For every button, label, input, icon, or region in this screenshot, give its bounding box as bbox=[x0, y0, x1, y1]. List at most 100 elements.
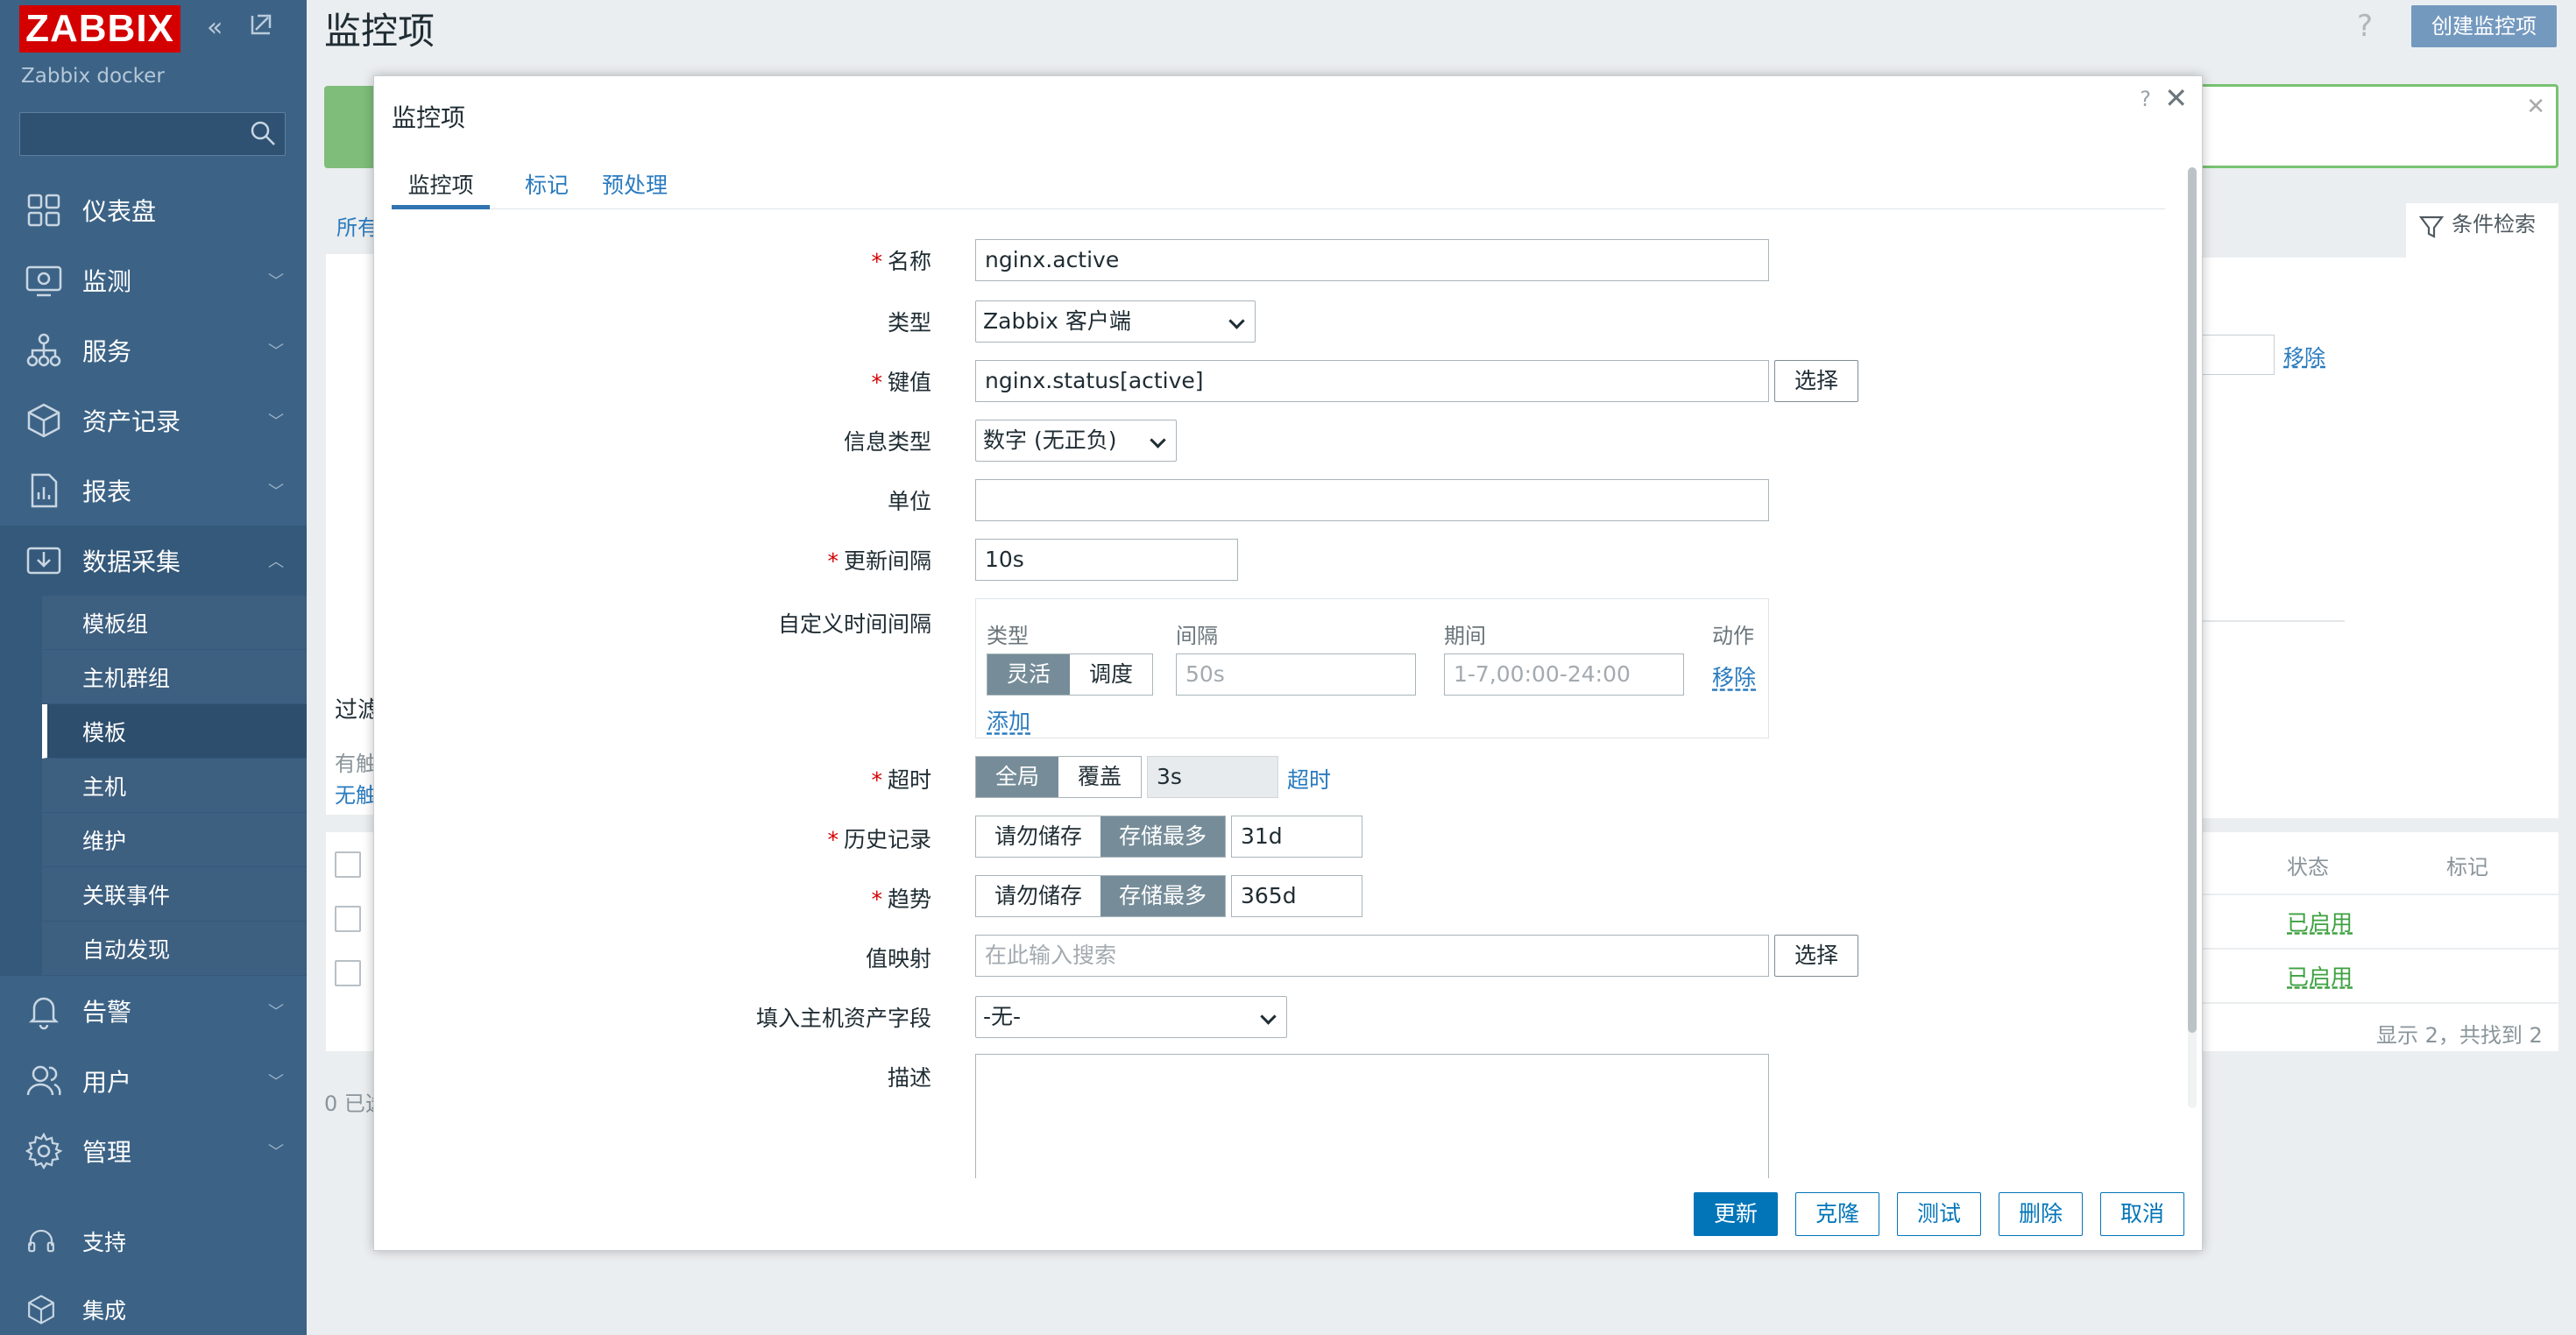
submenu-item-template-groups[interactable]: 模板组 bbox=[42, 596, 307, 650]
create-item-button[interactable]: 创建监控项 bbox=[2411, 5, 2557, 47]
valuemap-label: 值映射 bbox=[865, 946, 931, 971]
data-collection-icon bbox=[26, 547, 61, 575]
menu-alerts[interactable]: 告警 ﹀ bbox=[0, 976, 307, 1046]
update-interval-field[interactable]: 10s bbox=[975, 539, 1238, 581]
ci-scheduling-option[interactable]: 调度 bbox=[1070, 654, 1152, 695]
type-select[interactable]: Zabbix 客户端 bbox=[975, 300, 1256, 343]
timeout-global-option[interactable]: 全局 bbox=[976, 757, 1058, 797]
history-label: * 历史记录 bbox=[827, 827, 931, 852]
sidebar-search-input[interactable] bbox=[19, 112, 286, 156]
menu-label: 集成 bbox=[82, 1298, 127, 1324]
close-icon[interactable]: ✕ bbox=[2526, 94, 2545, 120]
test-button[interactable]: 测试 bbox=[1897, 1192, 1981, 1236]
type-label: 类型 bbox=[887, 310, 931, 336]
update-button[interactable]: 更新 bbox=[1694, 1192, 1778, 1236]
chevron-down-icon: ﹀ bbox=[268, 343, 284, 361]
menu-reports[interactable]: 报表 ﹀ bbox=[0, 456, 307, 526]
menu-dashboard[interactable]: 仪表盘 bbox=[0, 175, 307, 245]
row-checkbox[interactable] bbox=[335, 960, 361, 986]
menu-label: 管理 bbox=[82, 1138, 132, 1167]
info-type-select[interactable]: 数字 (无正负) bbox=[975, 420, 1177, 462]
filter-none[interactable]: 无触 bbox=[335, 778, 377, 809]
filter-tab[interactable]: 条件检索 bbox=[2406, 203, 2558, 258]
zabbix-logo[interactable]: ZABBIX bbox=[19, 5, 180, 53]
menu-users[interactable]: 用户 ﹀ bbox=[0, 1046, 307, 1116]
clone-button[interactable]: 克隆 bbox=[1795, 1192, 1879, 1236]
menu-services[interactable]: 服务 ﹀ bbox=[0, 315, 307, 385]
column-status[interactable]: 状态 bbox=[2287, 850, 2329, 880]
chevron-down-icon: ﹀ bbox=[268, 413, 284, 431]
menu-support[interactable]: 支持 bbox=[0, 1207, 307, 1275]
delete-button[interactable]: 删除 bbox=[1999, 1192, 2083, 1236]
valuemap-field[interactable]: 在此输入搜索 bbox=[975, 935, 1769, 977]
history-field[interactable]: 31d bbox=[1231, 816, 1362, 858]
kiosk-mode-icon[interactable] bbox=[249, 12, 273, 44]
menu-label: 仪表盘 bbox=[82, 197, 157, 226]
trends-label: * 趋势 bbox=[871, 886, 931, 912]
key-label: * 键值 bbox=[871, 370, 931, 395]
submenu-item-maintenance[interactable]: 维护 bbox=[42, 813, 307, 867]
ci-flexible-option[interactable]: 灵活 bbox=[987, 654, 1070, 695]
units-field[interactable] bbox=[975, 479, 1769, 521]
history-toggle: 请勿储存 存储最多 bbox=[975, 816, 1226, 858]
submenu-item-event-correlation[interactable]: 关联事件 bbox=[42, 867, 307, 922]
timeout-field: 3s bbox=[1147, 756, 1278, 798]
filter-remove-link[interactable]: 移除 bbox=[2283, 340, 2325, 371]
ci-interval-field[interactable]: 50s bbox=[1176, 653, 1416, 696]
trends-do-not-store-option[interactable]: 请勿储存 bbox=[976, 876, 1100, 916]
chevron-down-icon: ﹀ bbox=[268, 1003, 284, 1021]
chevron-down-icon: ﹀ bbox=[268, 272, 284, 291]
menu-administration[interactable]: 管理 ﹀ bbox=[0, 1116, 307, 1186]
timeout-settings-link[interactable]: 超时 bbox=[1287, 763, 1331, 795]
status-badge[interactable]: 已启用 bbox=[2287, 906, 2353, 937]
custom-intervals-label: 自定义时间间隔 bbox=[777, 611, 931, 637]
ci-column-period: 期间 bbox=[1444, 624, 1486, 648]
menu-data-collection[interactable]: 数据采集 ︿ bbox=[0, 526, 307, 596]
gear-icon bbox=[25, 1132, 63, 1170]
row-checkbox[interactable] bbox=[335, 906, 361, 932]
cancel-button[interactable]: 取消 bbox=[2100, 1192, 2184, 1236]
menu-inventory[interactable]: 资产记录 ﹀ bbox=[0, 385, 307, 456]
history-store-up-to-option[interactable]: 存储最多 bbox=[1100, 816, 1225, 857]
item-form: * 名称 nginx.active 类型 Zabbix 客户端 * 键值 nginx… bbox=[374, 76, 2179, 1178]
submenu-item-discovery[interactable]: 自动发现 bbox=[42, 922, 307, 976]
name-field[interactable]: nginx.active bbox=[975, 239, 1769, 281]
scrollbar-thumb[interactable] bbox=[2188, 167, 2197, 1033]
help-icon[interactable]: ? bbox=[2357, 9, 2373, 44]
reports-icon bbox=[31, 473, 58, 508]
menu-integrations[interactable]: 集成 bbox=[0, 1275, 307, 1335]
headset-icon bbox=[28, 1229, 54, 1253]
inventory-select[interactable]: -无- bbox=[975, 996, 1287, 1038]
success-message: ✕ bbox=[2199, 84, 2558, 168]
row-divider bbox=[2199, 948, 2558, 950]
name-label: * 名称 bbox=[871, 249, 931, 274]
search-icon[interactable] bbox=[248, 118, 278, 148]
breadcrumb-all[interactable]: 所有 bbox=[336, 210, 379, 241]
monitoring-icon bbox=[25, 265, 62, 297]
history-do-not-store-option[interactable]: 请勿储存 bbox=[976, 816, 1100, 857]
status-badge[interactable]: 已启用 bbox=[2287, 960, 2353, 992]
menu-monitoring[interactable]: 监测 ﹀ bbox=[0, 245, 307, 315]
filter-input[interactable] bbox=[2199, 335, 2275, 375]
valuemap-select-button[interactable]: 选择 bbox=[1774, 935, 1858, 977]
select-all-checkbox[interactable] bbox=[335, 851, 361, 878]
collapse-sidebar-icon[interactable]: « bbox=[207, 12, 223, 43]
ci-remove-link[interactable]: 移除 bbox=[1712, 660, 1756, 692]
trends-store-up-to-option[interactable]: 存储最多 bbox=[1100, 876, 1225, 916]
trends-field[interactable]: 365d bbox=[1231, 875, 1362, 917]
submenu-item-hosts[interactable]: 主机 bbox=[42, 759, 307, 813]
ci-period-field[interactable]: 1-7,00:00-24:00 bbox=[1444, 653, 1684, 696]
timeout-override-option[interactable]: 覆盖 bbox=[1058, 757, 1141, 797]
chevron-up-icon: ︿ bbox=[268, 553, 284, 571]
filter-has: 有触 bbox=[335, 752, 377, 776]
column-tags: 标记 bbox=[2446, 855, 2488, 879]
bottom-menu: 支持 集成 bbox=[0, 1207, 307, 1335]
submenu-item-templates[interactable]: 模板 bbox=[42, 704, 307, 759]
key-field[interactable]: nginx.status[active] bbox=[975, 360, 1769, 402]
ci-column-type: 类型 bbox=[987, 624, 1029, 648]
submenu-item-host-groups[interactable]: 主机群组 bbox=[42, 650, 307, 704]
ci-add-link[interactable]: 添加 bbox=[987, 704, 1030, 736]
key-select-button[interactable]: 选择 bbox=[1774, 360, 1858, 402]
description-textarea[interactable] bbox=[975, 1054, 1769, 1178]
dialog-scrollbar[interactable] bbox=[2188, 167, 2197, 1108]
